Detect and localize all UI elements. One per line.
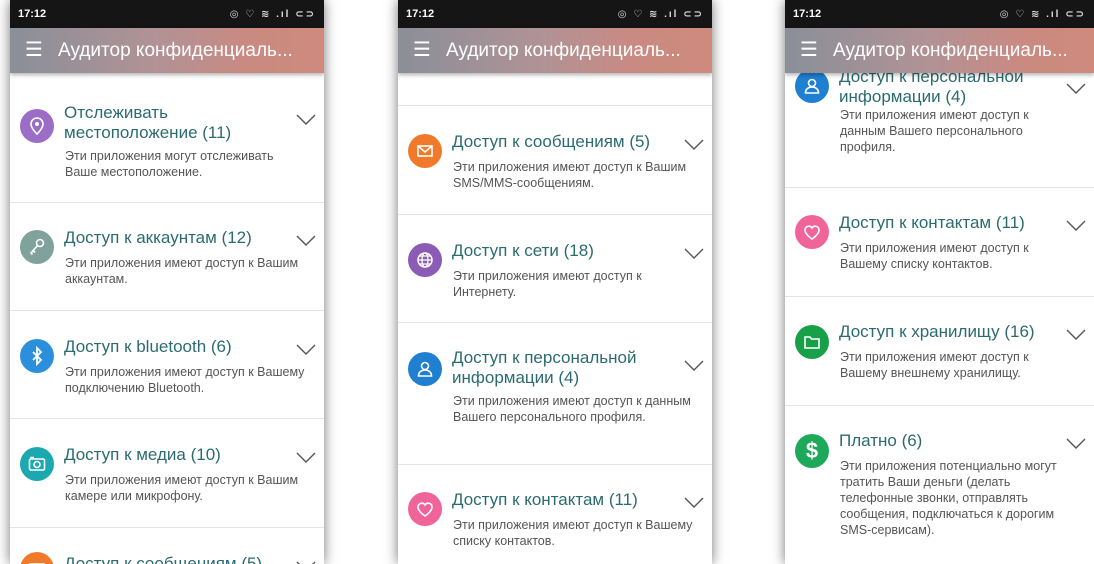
status-icons: ◎ ♡ ≋ .ıl ⊂⊃ — [229, 8, 316, 20]
item-description: Эти приложения имеют доступ к Вашему вне… — [840, 350, 1029, 380]
bluetooth-icon — [20, 339, 54, 373]
item-description: Эти приложения имеют доступ к данным Ваш… — [840, 108, 1029, 154]
phone-screen-3: 17:12 ◎ ♡ ≋ .ıl ⊂⊃ ☰ Аудитор конфиденциа… — [785, 0, 1094, 564]
chevron-down-icon[interactable] — [1066, 220, 1086, 232]
status-time: 17:12 — [18, 8, 47, 20]
list-item-contacts[interactable]: Доступ к контактам (11) Эти приложения и… — [398, 464, 712, 564]
chevron-down-icon[interactable] — [296, 344, 316, 356]
item-description: Эти приложения имеют доступ к Вашему спи… — [840, 241, 1029, 271]
heart-icon — [408, 492, 442, 526]
list-item-bluetooth[interactable]: Доступ к bluetooth (6) Эти приложения им… — [10, 310, 324, 419]
app-title: Аудитор конфиденциаль... — [58, 39, 293, 61]
app-title: Аудитор конфиденциаль... — [833, 39, 1068, 61]
chevron-down-icon[interactable] — [1066, 438, 1086, 450]
message-icon — [408, 134, 442, 168]
list-item-messages[interactable]: Доступ к сообщениям (5) — [10, 527, 324, 564]
phone-screen-2: 17:12 ◎ ♡ ≋ .ıl ⊂⊃ ☰ Аудитор конфиденциа… — [398, 0, 712, 564]
item-description: Эти приложения имеют доступ к Вашим акка… — [65, 256, 299, 286]
item-title: Доступ к персональной информации (4) — [452, 348, 637, 387]
chevron-down-icon[interactable] — [296, 452, 316, 464]
menu-icon[interactable]: ☰ — [398, 28, 446, 73]
status-icons: ◎ ♡ ≋ .ıl ⊂⊃ — [617, 8, 704, 20]
item-description: Эти приложения имеют доступ к Вашим каме… — [65, 473, 299, 503]
app-title: Аудитор конфиденциаль... — [446, 39, 681, 61]
list-item-personal-info[interactable]: Доступ к персональной информации (4) Эти… — [398, 322, 712, 465]
item-description: Эти приложения имеют доступ к Вашему под… — [65, 365, 305, 395]
app-bar: ☰ Аудитор конфиденциаль... — [10, 28, 324, 73]
item-title: Доступ к сообщениям (5) — [64, 554, 263, 564]
dollar-icon: $ — [795, 434, 829, 468]
item-description: Эти приложения имеют доступ к Вашему спи… — [453, 518, 693, 548]
list-item-personal-info[interactable]: Доступ к персональной информации (4) Эти… — [785, 63, 1094, 187]
chevron-down-icon[interactable] — [684, 497, 704, 509]
item-description: Эти приложения имеют доступ к Интернету. — [453, 269, 642, 299]
menu-icon[interactable]: ☰ — [10, 28, 58, 73]
item-title: Платно (6) — [839, 431, 923, 450]
item-description: Эти приложения имеют доступ к Вашим SMS/… — [453, 160, 687, 190]
item-title: Доступ к контактам (11) — [452, 490, 638, 509]
list-item-contacts[interactable]: Доступ к контактам (11) Эти приложения и… — [785, 187, 1094, 297]
item-title: Доступ к персональной информации (4) — [839, 67, 1024, 106]
chevron-down-icon[interactable] — [684, 248, 704, 260]
location-icon — [20, 109, 54, 143]
list-item-paid[interactable]: $ Платно (6) Эти приложения потенциально… — [785, 405, 1094, 564]
item-title: Доступ к хранилищу (16) — [839, 322, 1035, 341]
list-item-storage[interactable]: Доступ к хранилищу (16) Эти приложения и… — [785, 296, 1094, 406]
item-description: Эти приложения имеют доступ к данным Ваш… — [453, 394, 691, 424]
list-item-media[interactable]: Доступ к медиа (10) Эти приложения имеют… — [10, 418, 324, 528]
item-title: Доступ к сообщениям (5) — [452, 132, 651, 151]
message-icon — [20, 552, 54, 564]
phone-screen-1: 17:12 ◎ ♡ ≋ .ıl ⊂⊃ ☰ Аудитор конфиденциа… — [10, 0, 324, 564]
item-description: Эти приложения потенциально могут тратит… — [840, 459, 1057, 537]
list-item-location[interactable]: Отслеживать местоположение (11) Эти прил… — [10, 73, 324, 202]
app-bar: ☰ Аудитор конфиденциаль... — [398, 28, 712, 73]
status-bar: 17:12 ◎ ♡ ≋ .ıl ⊂⊃ — [10, 0, 324, 28]
status-time: 17:12 — [406, 8, 435, 20]
key-icon — [20, 230, 54, 264]
status-icons: ◎ ♡ ≋ .ıl ⊂⊃ — [999, 8, 1086, 20]
chevron-down-icon[interactable] — [1066, 83, 1086, 95]
chevron-down-icon[interactable] — [296, 235, 316, 247]
camera-icon — [20, 447, 54, 481]
list-item-messages[interactable]: Доступ к сообщениям (5) Эти приложения и… — [398, 105, 712, 215]
person-icon — [408, 352, 442, 386]
heart-icon — [795, 215, 829, 249]
item-title: Доступ к медиа (10) — [64, 445, 221, 464]
chevron-down-icon[interactable] — [684, 360, 704, 372]
person-icon — [795, 69, 829, 103]
list-item-network[interactable]: Доступ к сети (18) Эти приложения имеют … — [398, 214, 712, 323]
chevron-down-icon[interactable] — [296, 114, 316, 126]
item-description: Эти приложения могут отслеживать Ваше ме… — [65, 149, 274, 179]
item-title: Доступ к контактам (11) — [839, 213, 1025, 232]
globe-icon — [408, 243, 442, 277]
app-bar: ☰ Аудитор конфиденциаль... — [785, 28, 1094, 73]
item-title: Отслеживать местоположение (11) — [64, 103, 232, 142]
list-item-accounts[interactable]: Доступ к аккаунтам (12) Эти приложения и… — [10, 202, 324, 311]
chevron-down-icon[interactable] — [684, 139, 704, 151]
status-time: 17:12 — [793, 8, 822, 20]
folder-icon — [795, 325, 829, 359]
status-bar: 17:12 ◎ ♡ ≋ .ıl ⊂⊃ — [398, 0, 712, 28]
status-bar: 17:12 ◎ ♡ ≋ .ıl ⊂⊃ — [785, 0, 1094, 28]
item-title: Доступ к bluetooth (6) — [64, 337, 232, 356]
menu-icon[interactable]: ☰ — [785, 28, 833, 73]
item-title: Доступ к сети (18) — [452, 241, 594, 260]
chevron-down-icon[interactable] — [1066, 329, 1086, 341]
item-title: Доступ к аккаунтам (12) — [64, 228, 252, 247]
